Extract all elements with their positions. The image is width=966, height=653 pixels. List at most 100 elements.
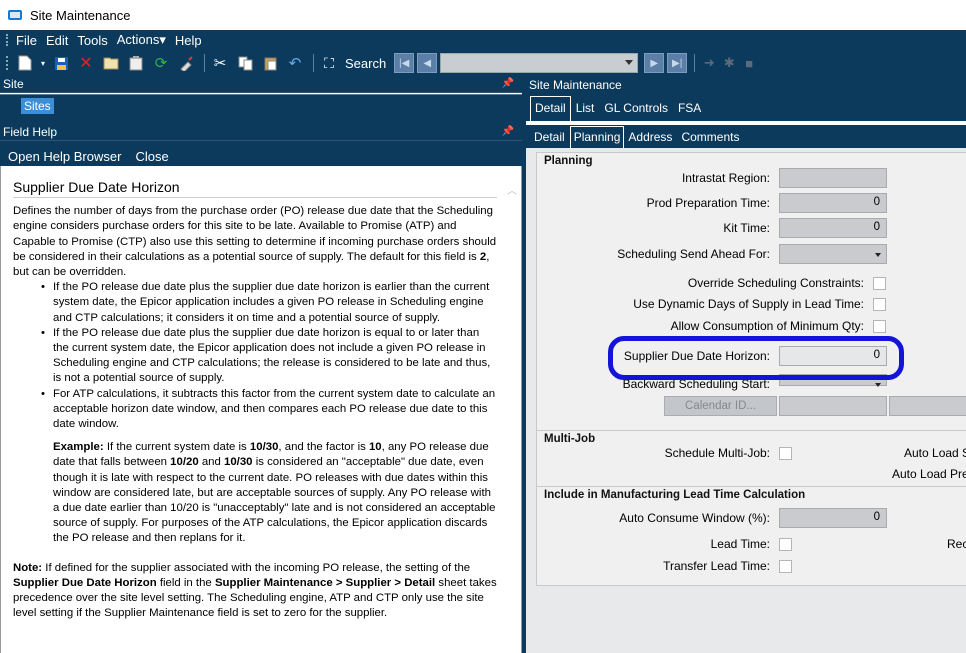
menu-help[interactable]: Help bbox=[175, 33, 202, 48]
kit-time-label: Kit Time: bbox=[723, 221, 770, 235]
site-panel-header: Site 📌 bbox=[0, 76, 522, 93]
planning-form: Planning Intrastat Region: Prod Preparat… bbox=[526, 148, 966, 653]
schedule-multi-job-label: Schedule Multi-Job: bbox=[664, 446, 770, 460]
help-intro: Defines the number of days from the purc… bbox=[13, 205, 497, 279]
previous-record-button[interactable]: ◀ bbox=[417, 53, 438, 73]
clear-icon[interactable] bbox=[175, 53, 197, 73]
field-help-header: Field Help 📌 bbox=[0, 124, 522, 141]
navigate-back-icon[interactable]: ➜ bbox=[699, 55, 719, 71]
attachments-icon[interactable] bbox=[100, 53, 122, 73]
tab-gl-controls[interactable]: GL Controls bbox=[599, 99, 673, 121]
subtab-comments[interactable]: Comments bbox=[677, 128, 744, 148]
calendar-id-button[interactable]: Calendar ID... bbox=[664, 396, 777, 416]
copy-icon[interactable] bbox=[234, 53, 256, 73]
transfer-lead-time-checkbox[interactable] bbox=[779, 560, 792, 573]
field-help-title: Field Help bbox=[3, 125, 58, 139]
open-help-browser-button[interactable]: Open Help Browser bbox=[8, 149, 121, 164]
site-maintenance-panel: Site Maintenance Detail List GL Controls… bbox=[526, 76, 966, 653]
pin-icon[interactable]: 📌 bbox=[502, 78, 514, 89]
toolbar: ▾ ✕ ⟳ ✂ ↶ ⛶ Search |◀ ◀ ▶ ▶| ➜ ✱ ■ bbox=[0, 50, 966, 76]
menu-edit[interactable]: Edit bbox=[46, 33, 68, 48]
menu-actions[interactable]: Actions▾ bbox=[117, 32, 166, 48]
toolbar-grip-icon bbox=[6, 56, 10, 70]
auto-consume-window-label: Auto Consume Window (%): bbox=[619, 511, 770, 525]
record-selector-combo[interactable] bbox=[440, 53, 639, 73]
binoculars-icon[interactable]: ⛶ bbox=[318, 53, 340, 73]
calendar-description-field bbox=[889, 396, 966, 416]
list-item: If the PO release due date plus the supp… bbox=[41, 326, 497, 387]
multi-job-group: Multi-Job Schedule Multi-Job: Auto Load … bbox=[536, 430, 966, 487]
planning-group: Planning Intrastat Region: Prod Preparat… bbox=[536, 152, 966, 431]
cut-icon[interactable]: ✂ bbox=[209, 53, 231, 73]
override-scheduling-checkbox[interactable] bbox=[873, 277, 886, 290]
site-tree: Sites bbox=[0, 94, 522, 118]
field-help-content: ︿ Supplier Due Date Horizon Defines the … bbox=[0, 166, 522, 653]
scheduling-send-ahead-label: Scheduling Send Ahead For: bbox=[617, 247, 770, 261]
menu-tools[interactable]: Tools bbox=[77, 33, 107, 48]
main-tabs: Detail List GL Controls FSA bbox=[526, 93, 966, 121]
tree-node-sites[interactable]: Sites bbox=[21, 98, 54, 114]
auto-load-s-label: Auto Load S bbox=[904, 446, 966, 460]
rec-label: Rec bbox=[947, 537, 966, 551]
search-button[interactable]: Search bbox=[345, 56, 386, 71]
allow-min-qty-checkbox[interactable] bbox=[873, 320, 886, 333]
subtab-detail[interactable]: Detail bbox=[530, 128, 570, 148]
allow-min-qty-label: Allow Consumption of Minimum Qty: bbox=[670, 319, 864, 333]
chevron-down-icon bbox=[625, 60, 634, 65]
delete-icon[interactable]: ✕ bbox=[75, 53, 97, 73]
auto-consume-window-field[interactable]: 0 bbox=[779, 508, 887, 528]
dynamic-days-checkbox[interactable] bbox=[873, 298, 886, 311]
auto-load-pre-label: Auto Load Pre bbox=[892, 467, 966, 481]
lead-time-group: Include in Manufacturing Lead Time Calcu… bbox=[536, 486, 966, 586]
prod-preparation-time-field[interactable]: 0 bbox=[779, 193, 887, 213]
calendar-id-field[interactable] bbox=[779, 396, 887, 416]
help-bullet-list: If the PO release due date plus the supp… bbox=[41, 280, 497, 432]
chevron-down-icon bbox=[875, 383, 881, 387]
transfer-lead-time-label: Transfer Lead Time: bbox=[663, 559, 770, 573]
tab-fsa[interactable]: FSA bbox=[673, 99, 706, 121]
first-record-button[interactable]: |◀ bbox=[394, 53, 415, 73]
help-heading: Supplier Due Date Horizon bbox=[13, 179, 497, 199]
window-title: Site Maintenance bbox=[30, 7, 131, 23]
site-maintenance-header: Site Maintenance bbox=[526, 76, 966, 93]
site-maintenance-title: Site Maintenance bbox=[529, 77, 622, 92]
action-icon[interactable]: ✱ bbox=[719, 55, 739, 71]
refresh-icon[interactable]: ⟳ bbox=[150, 53, 172, 73]
schedule-multi-job-checkbox[interactable] bbox=[779, 447, 792, 460]
subtab-planning[interactable]: Planning bbox=[569, 126, 625, 148]
lead-time-checkbox[interactable] bbox=[779, 538, 792, 551]
kit-time-field[interactable]: 0 bbox=[779, 218, 887, 238]
lead-time-group-title: Include in Manufacturing Lead Time Calcu… bbox=[544, 489, 806, 501]
undo-icon[interactable]: ↶ bbox=[284, 53, 306, 73]
app-icon bbox=[8, 10, 22, 20]
tab-list[interactable]: List bbox=[571, 99, 600, 121]
next-record-button[interactable]: ▶ bbox=[644, 53, 665, 73]
site-panel-title: Site bbox=[3, 77, 24, 91]
list-item: If the PO release due date plus the supp… bbox=[41, 280, 497, 326]
toolbar-separator bbox=[313, 54, 314, 72]
scheduling-send-ahead-dropdown[interactable] bbox=[779, 244, 887, 264]
override-scheduling-label: Override Scheduling Constraints: bbox=[687, 276, 864, 290]
planning-group-title: Planning bbox=[544, 155, 593, 167]
paste-icon[interactable] bbox=[259, 53, 281, 73]
close-help-button[interactable]: Close bbox=[135, 149, 168, 164]
title-bar: Site Maintenance bbox=[0, 0, 966, 30]
intrastat-region-field[interactable] bbox=[779, 168, 887, 188]
toolbar-separator bbox=[694, 54, 696, 72]
annotation-highlight-circle bbox=[608, 336, 904, 380]
menu-file[interactable]: File bbox=[16, 33, 37, 48]
new-dropdown-icon[interactable]: ▾ bbox=[39, 53, 47, 73]
paste-insert-icon[interactable] bbox=[125, 53, 147, 73]
intrastat-region-label: Intrastat Region: bbox=[681, 171, 770, 185]
site-maintenance-window: Site Maintenance File Edit Tools Actions… bbox=[0, 0, 966, 653]
tab-detail[interactable]: Detail bbox=[530, 96, 571, 121]
stop-icon[interactable]: ■ bbox=[739, 56, 759, 71]
subtab-address[interactable]: Address bbox=[624, 128, 677, 148]
pin-icon[interactable]: 📌 bbox=[502, 126, 514, 137]
chevron-down-icon bbox=[875, 253, 881, 257]
scroll-up-icon[interactable]: ︿ bbox=[507, 182, 517, 197]
new-icon[interactable] bbox=[14, 53, 36, 73]
save-icon[interactable] bbox=[50, 53, 72, 73]
last-record-button[interactable]: ▶| bbox=[667, 53, 688, 73]
menu-bar: File Edit Tools Actions▾ Help bbox=[0, 30, 966, 50]
